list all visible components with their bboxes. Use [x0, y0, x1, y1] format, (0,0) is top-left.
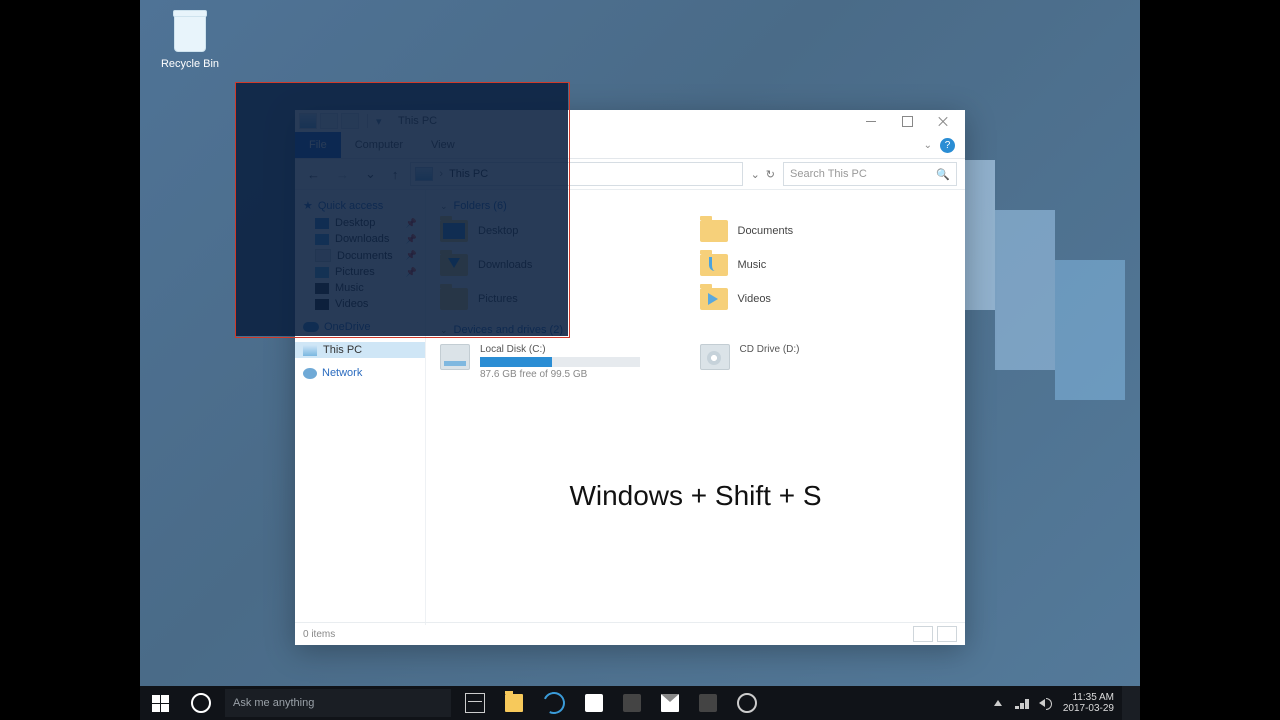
task-view-icon	[465, 693, 485, 713]
ribbon-collapse-icon[interactable]: ⌄	[924, 140, 932, 151]
drive-icon	[440, 344, 470, 370]
app-icon	[623, 694, 641, 712]
search-placeholder: Ask me anything	[233, 697, 314, 709]
clock[interactable]: 11:35 AM 2017-03-29	[1063, 692, 1114, 714]
search-input[interactable]: Search This PC 🔍	[783, 162, 957, 186]
search-placeholder: Search This PC	[790, 168, 867, 180]
app-icon	[699, 694, 717, 712]
maximize-button[interactable]	[889, 110, 925, 132]
windows-icon	[152, 695, 169, 712]
folder-music[interactable]: Music	[700, 254, 952, 276]
clock-time: 11:35 AM	[1063, 692, 1114, 703]
task-view-button[interactable]	[455, 686, 495, 720]
taskbar: Ask me anything 11:35 AM 2017-03-29	[140, 686, 1140, 720]
taskbar-app-store[interactable]	[575, 686, 613, 720]
folder-videos[interactable]: Videos	[700, 288, 952, 310]
drive-name: Local Disk (C:)	[480, 344, 640, 355]
status-text: 0 items	[303, 629, 335, 640]
cd-drive-icon	[700, 344, 730, 370]
taskbar-search-input[interactable]: Ask me anything	[225, 689, 451, 717]
minimize-button[interactable]	[853, 110, 889, 132]
volume-icon[interactable]	[1039, 696, 1053, 710]
taskbar-app-explorer[interactable]	[495, 686, 533, 720]
desktop-stage: Recycle Bin ▾ This PC File Computer View…	[140, 0, 1140, 720]
folder-icon	[700, 254, 728, 276]
nav-this-pc[interactable]: This PC	[295, 342, 425, 358]
status-bar: 0 items	[295, 622, 965, 645]
folder-icon	[700, 220, 728, 242]
storage-bar	[480, 357, 640, 367]
taskbar-app-edge[interactable]	[533, 686, 575, 720]
recycle-bin[interactable]: Recycle Bin	[155, 14, 225, 70]
clock-date: 2017-03-29	[1063, 703, 1114, 714]
search-icon: 🔍	[936, 168, 950, 181]
view-details-button[interactable]	[913, 626, 933, 642]
tray-overflow-icon[interactable]	[991, 696, 1005, 710]
close-button[interactable]	[925, 110, 961, 132]
network-icon	[303, 368, 317, 379]
drive-cd-d[interactable]: CD Drive (D:)	[700, 344, 952, 380]
taskbar-app[interactable]	[613, 686, 651, 720]
shortcut-caption: Windows + Shift + S	[426, 480, 965, 512]
network-icon[interactable]	[1015, 696, 1029, 710]
action-center-button[interactable]	[1122, 686, 1140, 720]
start-button[interactable]	[140, 686, 181, 720]
nav-network[interactable]: Network	[295, 364, 425, 382]
drive-free-text: 87.6 GB free of 99.5 GB	[480, 369, 640, 380]
folder-icon	[505, 694, 523, 712]
cortana-button[interactable]	[181, 686, 221, 720]
refresh-button[interactable]: ↻	[766, 168, 775, 181]
snip-dim-overlay	[235, 82, 568, 336]
address-dropdown-icon[interactable]: ⌄	[751, 168, 760, 181]
mail-icon	[661, 694, 679, 712]
folder-icon	[700, 288, 728, 310]
taskbar-app-mail[interactable]	[651, 686, 689, 720]
help-button[interactable]: ?	[940, 138, 955, 153]
taskbar-app-settings[interactable]	[727, 686, 767, 720]
folder-documents[interactable]: Documents	[700, 220, 952, 242]
gear-icon	[737, 693, 757, 713]
cortana-icon	[191, 693, 211, 713]
store-icon	[585, 694, 603, 712]
system-tray: 11:35 AM 2017-03-29	[983, 692, 1122, 714]
recycle-bin-icon	[174, 14, 206, 52]
drive-name: CD Drive (D:)	[740, 344, 800, 355]
drive-local-c[interactable]: Local Disk (C:) 87.6 GB free of 99.5 GB	[440, 344, 692, 380]
edge-icon	[540, 689, 568, 717]
recycle-bin-label: Recycle Bin	[155, 58, 225, 70]
view-tiles-button[interactable]	[937, 626, 957, 642]
taskbar-app[interactable]	[689, 686, 727, 720]
